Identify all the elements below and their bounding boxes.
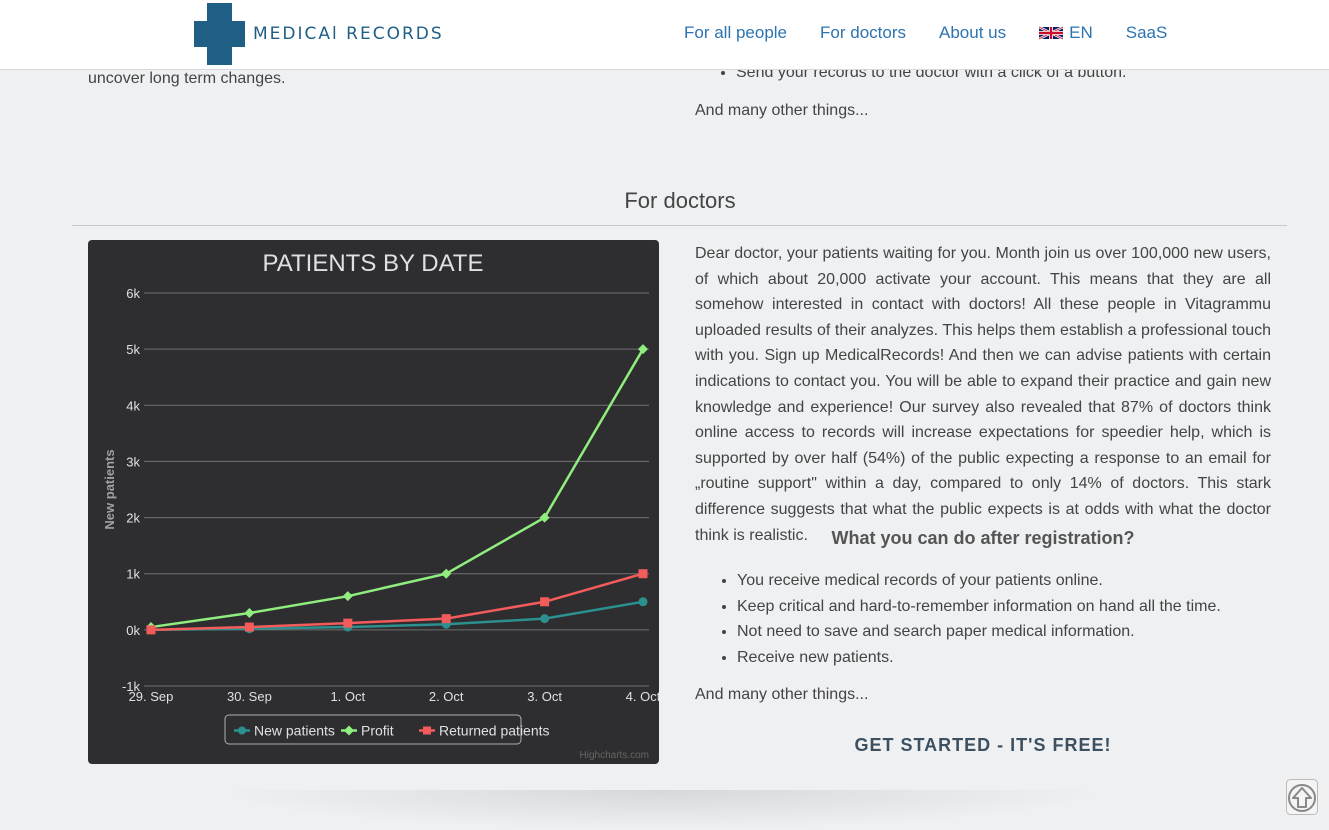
site-logo[interactable]: MEDICAl RECORDS [194, 3, 444, 65]
data-point [638, 344, 648, 355]
data-point [539, 512, 550, 523]
series-line [150, 572, 644, 632]
main-nav: For all people For doctors About us EN S… [684, 23, 1167, 43]
x-tick-label: 4. Oct [626, 689, 659, 704]
data-point [342, 591, 353, 602]
nav-for-doctors[interactable]: For doctors [820, 23, 906, 43]
list-item: Receive new patients. [737, 645, 1221, 671]
list-item: Keep critical and hard-to-remember infor… [737, 594, 1221, 620]
legend-marker [238, 726, 246, 735]
data-point [244, 608, 255, 619]
legend-marker [344, 725, 354, 736]
data-point [343, 618, 353, 628]
scroll-to-top-button[interactable] [1286, 779, 1318, 815]
series-line [150, 348, 645, 629]
nav-saas[interactable]: SaaS [1126, 23, 1168, 43]
nav-about-us[interactable]: About us [939, 23, 1006, 43]
data-point [638, 597, 648, 607]
section-divider [72, 225, 1287, 226]
y-tick-label: 5k [126, 342, 140, 357]
y-tick-label: 1k [126, 567, 140, 582]
x-tick-label: 1. Oct [330, 689, 365, 704]
registration-heading: What you can do after registration? [831, 528, 1135, 548]
doctors-more: And many other things... [695, 686, 869, 703]
bottom-shadow [210, 790, 1110, 830]
list-item: You receive medical records of your pati… [737, 568, 1221, 594]
chart-credit: Highcharts.com [580, 750, 649, 761]
list-item: Not need to save and search paper medica… [737, 619, 1221, 645]
y-tick-label: 0k [126, 623, 140, 638]
data-point [244, 622, 254, 632]
language-switch[interactable]: EN [1039, 23, 1093, 43]
x-tick-label: 30. Sep [227, 689, 272, 704]
data-point [540, 597, 550, 607]
legend-item-label: Profit [361, 723, 394, 739]
previous-section-more: And many other things... [695, 102, 869, 119]
data-point [638, 569, 648, 579]
section-title: For doctors [624, 188, 736, 213]
uk-flag-icon [1039, 25, 1064, 41]
data-point [441, 614, 451, 624]
y-tick-label: 2k [126, 511, 140, 526]
legend-item-label: Returned patients [439, 723, 550, 739]
data-point [146, 625, 156, 635]
nav-language-label[interactable]: EN [1069, 23, 1093, 43]
medical-cross-icon [194, 3, 245, 65]
arrow-up-circle-icon [1286, 779, 1318, 815]
x-tick-label: 2. Oct [429, 689, 464, 704]
top-navbar: MEDICAl RECORDS For all people For docto… [0, 0, 1329, 70]
legend-item-label: New patients [254, 723, 335, 739]
x-tick-label: 3. Oct [527, 689, 562, 704]
nav-for-all-people[interactable]: For all people [684, 23, 787, 43]
patients-chart: PATIENTS BY DATE -1k 0k 1k 2k 3k 4k 5k 6k New pat… [88, 240, 659, 764]
previous-section-text: uncover long term changes. [88, 70, 286, 87]
y-axis-title: New patients [102, 449, 117, 529]
get-started-button[interactable]: GET STARTED - IT'S FREE! [695, 735, 1271, 756]
registration-benefits-list: You receive medical records of your pati… [720, 568, 1221, 670]
legend-marker [423, 726, 431, 735]
chart-title: PATIENTS BY DATE [263, 250, 484, 277]
doctors-description: Dear doctor, your patients waiting for y… [695, 245, 1271, 544]
data-point [441, 568, 452, 579]
logo-text: MEDICAl RECORDS [253, 24, 444, 44]
chart-canvas: PATIENTS BY DATE-1k0k1k2k3k4k5k6kNew pat… [102, 250, 659, 761]
y-tick-label: 4k [126, 398, 140, 413]
y-tick-label: 3k [126, 454, 140, 469]
y-tick-label: 6k [126, 286, 140, 301]
x-tick-label: 29. Sep [129, 689, 174, 704]
data-point [540, 614, 550, 624]
